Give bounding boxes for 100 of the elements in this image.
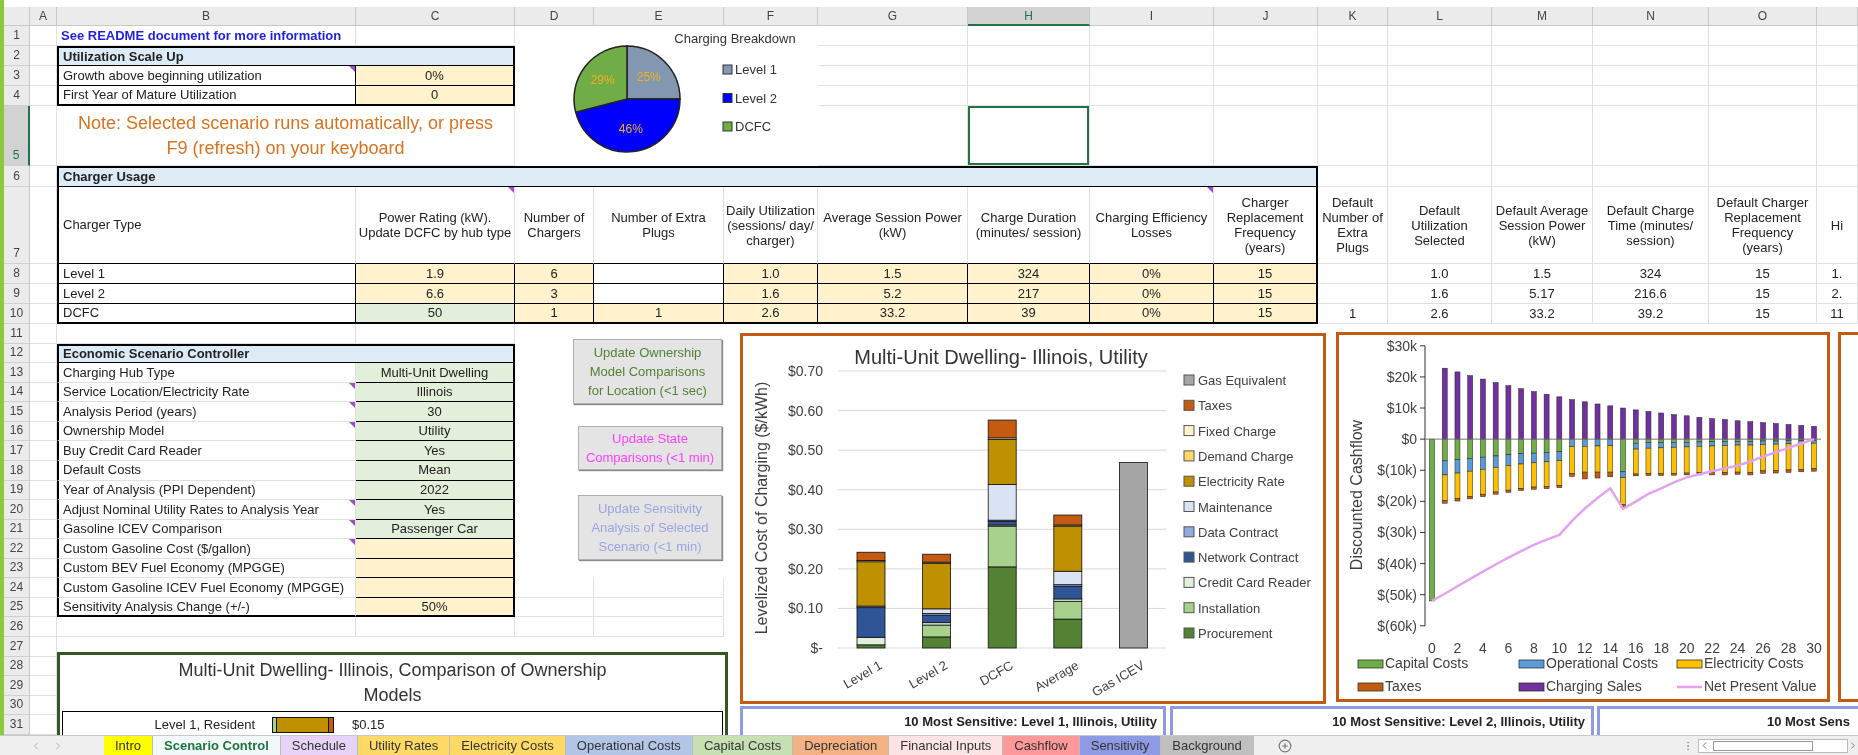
legend-label: Demand Charge	[1198, 448, 1294, 464]
table-cell-text: 2.6	[1430, 304, 1449, 323]
column-heading: Power Rating (kW). Update DCFC by hub type	[357, 210, 513, 240]
panel-title: 10 Most Sensitive: Level 2, Illinois, Utility	[1332, 713, 1585, 731]
table-cell-text: 1	[1348, 304, 1357, 323]
note-text: Note: Selected scenario runs automatically, or press F9 (refresh) on your keyboard	[77, 111, 494, 160]
row-label: Custom Gasoline Cost ($/gallon)	[62, 539, 251, 558]
legend-label: Data Contract	[1198, 524, 1279, 540]
tick-label: $10k	[1386, 400, 1417, 416]
row-label: Year of Analysis (PPI Dependent)	[62, 481, 256, 500]
section-title: Utilization Scale Up	[57, 46, 515, 66]
tick-label: $(20k)	[1377, 493, 1417, 510]
tick-label: $(30k)	[1377, 524, 1417, 541]
legend-label: DCFC	[735, 119, 772, 134]
row-label: DCFC	[62, 304, 100, 323]
tick-label: 26	[1755, 640, 1771, 656]
legend-label: Taxes	[1385, 678, 1422, 694]
table-cell-text: 1.0	[1430, 264, 1449, 283]
panel-title: 10 Most Sens	[1766, 713, 1850, 731]
column-heading: Default Number of Extra Plugs	[1321, 195, 1384, 255]
tick-label: 24	[1729, 640, 1746, 656]
column-heading: Default Charge Time (minutes/ session)	[1605, 202, 1696, 248]
column-heading: Default Utilization Selected	[1410, 202, 1469, 248]
table-cell-text: 5.17	[1529, 284, 1555, 303]
row-label: Analysis Period (years)	[62, 402, 197, 421]
tick-label: $0.70	[787, 363, 823, 379]
legend-label: Charging Sales	[1546, 678, 1642, 694]
chart-title: Multi-Unit Dwelling- Illinois, Utility	[854, 346, 1148, 368]
row-label: Buy Credit Card Reader	[62, 441, 202, 460]
column-heading: Number of Chargers	[522, 210, 586, 240]
legend-label: Taxes	[1198, 398, 1232, 414]
row-label: Default Costs	[62, 461, 142, 480]
table-cell-text: 1.5	[1532, 264, 1552, 283]
tick-label: $0.10	[787, 600, 823, 617]
section-title: Charger Usage	[57, 166, 1318, 187]
column-heading: Charge Duration (minutes/ session)	[974, 210, 1083, 240]
tick-label: 16	[1627, 640, 1644, 656]
tick-label: $0.60	[787, 402, 823, 419]
row-label: Service Location/Electricity Rate	[62, 383, 250, 402]
legend-label: Capital Costs	[1385, 655, 1469, 671]
table-cell-text: 11	[1830, 304, 1844, 323]
row-label: First Year of Mature Utilization	[62, 86, 237, 105]
tick-label: 2	[1453, 640, 1462, 656]
column-heading: Charger Replacement Frequency (years)	[1225, 195, 1305, 255]
data-label: 25%	[636, 70, 661, 85]
legend-label: Operational Costs	[1546, 655, 1659, 671]
table-cell-text: 15	[1755, 284, 1770, 303]
tick-label: $0.50	[787, 442, 823, 459]
section-title: Economic Scenario Controller	[57, 343, 515, 364]
chart-title: Multi-Unit Dwelling- Illinois, Comparison of Ownership Models	[177, 659, 608, 707]
legend-label: Credit Card Reader	[1198, 575, 1311, 591]
table-cell-text: 15	[1755, 264, 1770, 283]
column-heading: Number of Extra Plugs	[610, 210, 707, 240]
row-label: Ownership Model	[62, 422, 165, 441]
column-heading: Hi	[1829, 217, 1845, 233]
tick-label: $20k	[1386, 368, 1417, 385]
row-label: Level 2	[62, 284, 105, 303]
legend-label: Level 1	[735, 62, 777, 77]
table-cell-text: 1.6	[1430, 284, 1449, 303]
table-cell-text: 324	[1639, 264, 1662, 283]
column-heading: Default Average Session Power (kW)	[1494, 202, 1590, 248]
tick-label: 12	[1577, 640, 1593, 656]
tick-label: 30	[1806, 640, 1822, 656]
data-label: 46%	[618, 122, 643, 137]
tick-label: 8	[1529, 640, 1538, 656]
axis-title: Levelized Cost of Charging ($/kWh)	[753, 381, 770, 635]
legend-label: Electricity Rate	[1198, 474, 1285, 490]
tick-label: 10	[1551, 640, 1568, 656]
table-cell-text: 33.2	[1529, 304, 1555, 323]
tick-label: 20	[1678, 640, 1695, 656]
tick-label: 4	[1479, 640, 1487, 656]
data-label: $0.15	[352, 716, 385, 735]
chart-title: Charging Breakdown	[674, 31, 796, 46]
legend-label: Net Present Value	[1704, 678, 1817, 694]
column-heading: Daily Utilization (sessions/ day/ charger)	[725, 202, 816, 248]
tick-label: 6	[1504, 640, 1513, 656]
row-label: Custom BEV Fuel Economy (MPGGE)	[62, 559, 285, 578]
axis-title: Discounted Cashflow	[1348, 419, 1365, 571]
column-heading: Average Session Power (kW)	[822, 210, 963, 240]
legend-label: Installation	[1198, 600, 1261, 616]
tick-label: $0.20	[787, 560, 823, 577]
row-label: Gasoline ICEV Comparison	[62, 520, 222, 539]
tick-label: $(60k)	[1377, 617, 1417, 634]
tick-label: $(10k)	[1377, 462, 1417, 479]
row-label: Charging Hub Type	[62, 363, 175, 382]
tick-label: 22	[1704, 640, 1720, 656]
tick-label: $0	[1401, 431, 1417, 448]
row-label: Level 1	[62, 264, 105, 283]
column-heading: Charger Type	[62, 216, 142, 235]
data-label: 29%	[590, 73, 615, 88]
tick-label: 28	[1780, 640, 1797, 656]
table-cell-text: 15	[1755, 304, 1770, 323]
panel-title: 10 Most Sensitive: Level 1, Illinois, Utility	[904, 713, 1157, 731]
row-label: Sensitivity Analysis Change (+/-)	[62, 597, 250, 616]
legend-label: Procurement	[1198, 626, 1273, 641]
row-label: Growth above beginning utilization	[62, 66, 262, 85]
bar-label: Level 1, Resident	[153, 716, 255, 735]
tick-label: $-	[810, 640, 823, 656]
table-cell-text: 216.6	[1634, 284, 1667, 303]
table-cell-text: 39.2	[1637, 304, 1664, 323]
